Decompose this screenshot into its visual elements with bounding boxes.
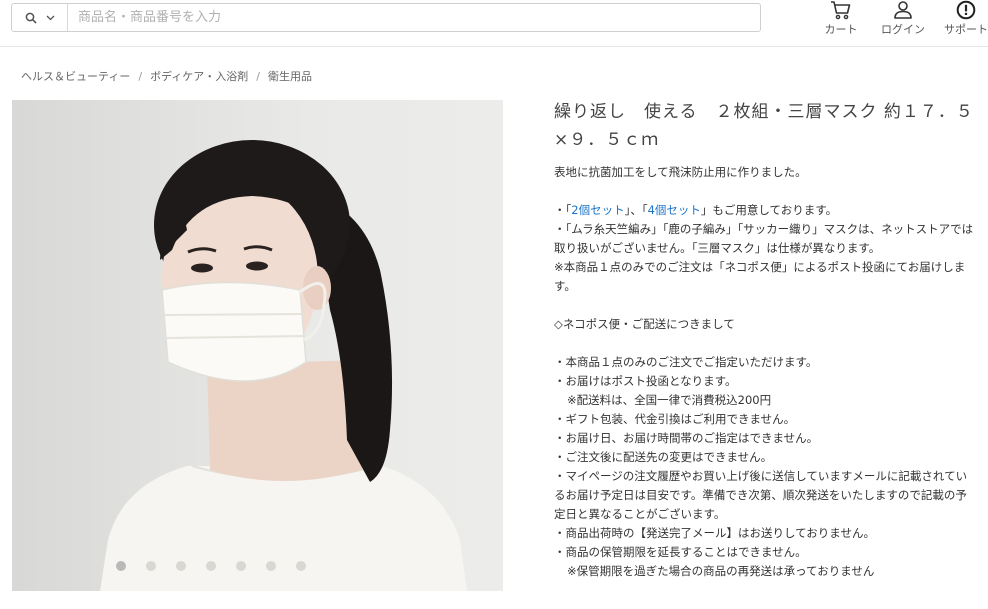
shipping-note-item: ※保管期限を過ぎた場合の商品の再発送は承っておりません [567,564,875,578]
breadcrumb-link-bodycare[interactable]: ボディケア・入浴剤 [150,70,248,83]
carousel-dot[interactable] [176,561,186,571]
link-2-set[interactable]: 2個セット [571,203,624,217]
set-text: 」もご用意しております。 [700,203,838,217]
shipping-heading: ◇ネコポス便・ご配送につきまして [554,317,735,331]
shipping-note-item: ・商品の保管期限を延長することはできません。 [554,545,807,559]
breadcrumb-link-hygiene[interactable]: 衛生用品 [268,70,312,83]
set-text: 」、「 [624,203,648,217]
shipping-note-item: ※配送料は、全国一律で消費税込200円 [567,393,772,407]
site-header: カート ログイン サポート [0,0,988,47]
product-description: 表地に抗菌加工をして飛沫防止用に作りました。 ・「2個セット」、「4個セット」も… [554,163,974,581]
product-details: 繰り返し 使える ２枚組・三層マスク 約１７．５×９．５ｃｍ 表地に抗菌加工をし… [554,98,974,581]
cart-label: カート [824,23,858,36]
carousel-dot[interactable] [266,561,276,571]
carousel-dot[interactable] [296,561,306,571]
product-image-carousel[interactable] [12,100,503,591]
carousel-dot[interactable] [206,561,216,571]
description-note-1: ・「ムラ糸天竺編み」「鹿の子編み」「サッカー織り」マスクは、ネットストアでは取り… [554,222,974,255]
set-availability-line: ・「2個セット」、「4個セット」もご用意しております。 [554,201,974,220]
breadcrumb-separator: / [256,70,261,83]
login-button[interactable]: ログイン [871,0,935,40]
shipping-note-item: ・ご注文後に配送先の変更はできません。 [554,450,773,464]
product-title: 繰り返し 使える ２枚組・三層マスク 約１７．５×９．５ｃｍ [554,102,974,150]
support-label: サポート [944,23,988,36]
support-icon [956,0,976,20]
link-4-set[interactable]: 4個セット [648,203,701,217]
shipping-note-item: ・お届け日、お届け時間帯のご指定はできません。 [554,431,819,445]
shipping-note-item: ・商品出荷時の【発送完了メール】はお送りしておりません。 [554,526,875,540]
search-icon [25,12,37,24]
product-photo [100,140,467,591]
carousel-dot[interactable] [146,561,156,571]
search-input[interactable] [70,4,766,31]
cart-button[interactable]: カート [809,0,873,40]
chevron-down-icon [46,15,54,20]
breadcrumb-link-health-beauty[interactable]: ヘルス＆ビューティー [21,70,130,83]
shipping-note-item: ・マイページの注文履歴やお買い上げ後に送信していますメールに記載されているお届け… [554,469,968,521]
search-bar [11,3,766,32]
breadcrumb: ヘルス＆ビューティー / ボディケア・入浴剤 / 衛生用品 [21,68,312,84]
user-icon [894,1,912,19]
cart-icon [831,1,851,20]
login-label: ログイン [881,23,925,36]
shipping-note-item: ・本商品１点のみのご注文でご指定いただけます。 [554,355,818,369]
shipping-note-item: ・お届けはポスト投函となります。 [554,374,737,388]
set-text: ・「 [554,203,572,217]
carousel-dot[interactable] [236,561,246,571]
shipping-note-item: ・ギフト包装、代金引換はご利用できません。 [554,412,796,426]
breadcrumb-separator: / [138,70,143,83]
search-scope-dropdown[interactable] [12,4,68,31]
shipping-notes: ・本商品１点のみのご注文でご指定いただけます。 ・お届けはポスト投函となります。 ※… [554,353,974,581]
carousel-indicators [116,561,326,571]
carousel-dot[interactable] [116,561,126,571]
support-button[interactable]: サポート [934,0,988,40]
description-note-2: ※本商品１点のみでのご注文は「ネコポス便」によるポスト投函にてお届けします。 [554,260,966,293]
description-intro: 表地に抗菌加工をして飛沫防止用に作りました。 [554,165,807,179]
